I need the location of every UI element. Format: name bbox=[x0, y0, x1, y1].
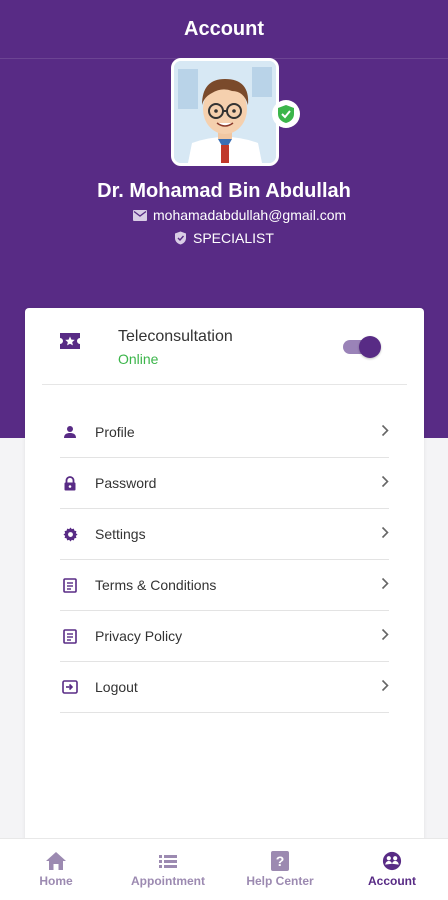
menu-item-terms[interactable]: Terms & Conditions bbox=[60, 560, 389, 611]
nav-item-help-center[interactable]: ? Help Center bbox=[224, 839, 336, 900]
account-card: Teleconsultation Online Profile Password bbox=[25, 308, 424, 848]
gear-icon bbox=[60, 524, 80, 544]
help-icon: ? bbox=[271, 851, 289, 871]
menu-item-password[interactable]: Password bbox=[60, 458, 389, 509]
teleconsultation-title: Teleconsultation bbox=[118, 328, 233, 345]
home-icon bbox=[46, 852, 66, 870]
menu-label-profile: Profile bbox=[95, 424, 135, 440]
chevron-right-icon bbox=[381, 628, 389, 646]
chevron-right-icon bbox=[381, 424, 389, 442]
account-icon bbox=[382, 851, 402, 871]
nav-item-appointment[interactable]: Appointment bbox=[112, 839, 224, 900]
document-icon bbox=[60, 575, 80, 595]
menu-label-privacy: Privacy Policy bbox=[95, 628, 183, 644]
bottom-navigation: Home Appointment ? Help Center Account bbox=[0, 838, 448, 900]
teleconsultation-icon bbox=[59, 332, 81, 355]
chevron-right-icon bbox=[381, 577, 389, 595]
nav-label-appointment: Appointment bbox=[131, 874, 205, 888]
profile-name: Dr. Mohamad Bin Abdullah bbox=[97, 180, 351, 202]
menu-label-terms: Terms & Conditions bbox=[95, 577, 217, 593]
role-row: SPECIALIST bbox=[174, 230, 274, 246]
nav-label-help-center: Help Center bbox=[246, 874, 314, 888]
menu-label-settings: Settings bbox=[95, 526, 146, 542]
shield-check-icon bbox=[175, 231, 186, 245]
menu-item-settings[interactable]: Settings bbox=[60, 509, 389, 560]
menu-label-password: Password bbox=[95, 475, 157, 491]
card-divider bbox=[42, 384, 407, 385]
svg-text:?: ? bbox=[276, 853, 285, 869]
nav-label-account: Account bbox=[368, 874, 416, 888]
logout-icon bbox=[60, 677, 80, 697]
teleconsultation-status: Online bbox=[118, 351, 159, 367]
menu-item-profile[interactable]: Profile bbox=[60, 407, 389, 458]
nav-label-home: Home bbox=[39, 874, 73, 888]
lock-icon bbox=[60, 473, 80, 493]
chevron-right-icon bbox=[381, 475, 389, 493]
profile-role: SPECIALIST bbox=[193, 230, 274, 246]
chevron-right-icon bbox=[381, 679, 389, 697]
menu-item-logout[interactable]: Logout bbox=[60, 662, 389, 713]
document-icon bbox=[60, 626, 80, 646]
avatar bbox=[171, 58, 279, 166]
chevron-right-icon bbox=[381, 526, 389, 544]
nav-item-home[interactable]: Home bbox=[0, 839, 112, 900]
teleconsultation-toggle[interactable] bbox=[343, 336, 381, 358]
account-menu: Profile Password Settings Terms & Condit… bbox=[60, 407, 389, 713]
page-title: Account bbox=[184, 18, 264, 40]
verified-shield-icon bbox=[278, 105, 294, 123]
menu-item-privacy[interactable]: Privacy Policy bbox=[60, 611, 389, 662]
toggle-thumb bbox=[359, 336, 381, 358]
profile-email: mohamadabdullah@gmail.com bbox=[153, 207, 347, 223]
verified-badge bbox=[272, 100, 300, 128]
doctor-avatar-illustration bbox=[174, 61, 276, 163]
list-icon bbox=[159, 855, 177, 868]
menu-label-logout: Logout bbox=[95, 679, 138, 695]
email-row: mohamadabdullah@gmail.com bbox=[133, 207, 346, 223]
person-icon bbox=[60, 422, 80, 442]
nav-item-account[interactable]: Account bbox=[336, 839, 448, 900]
mail-icon bbox=[133, 209, 147, 221]
